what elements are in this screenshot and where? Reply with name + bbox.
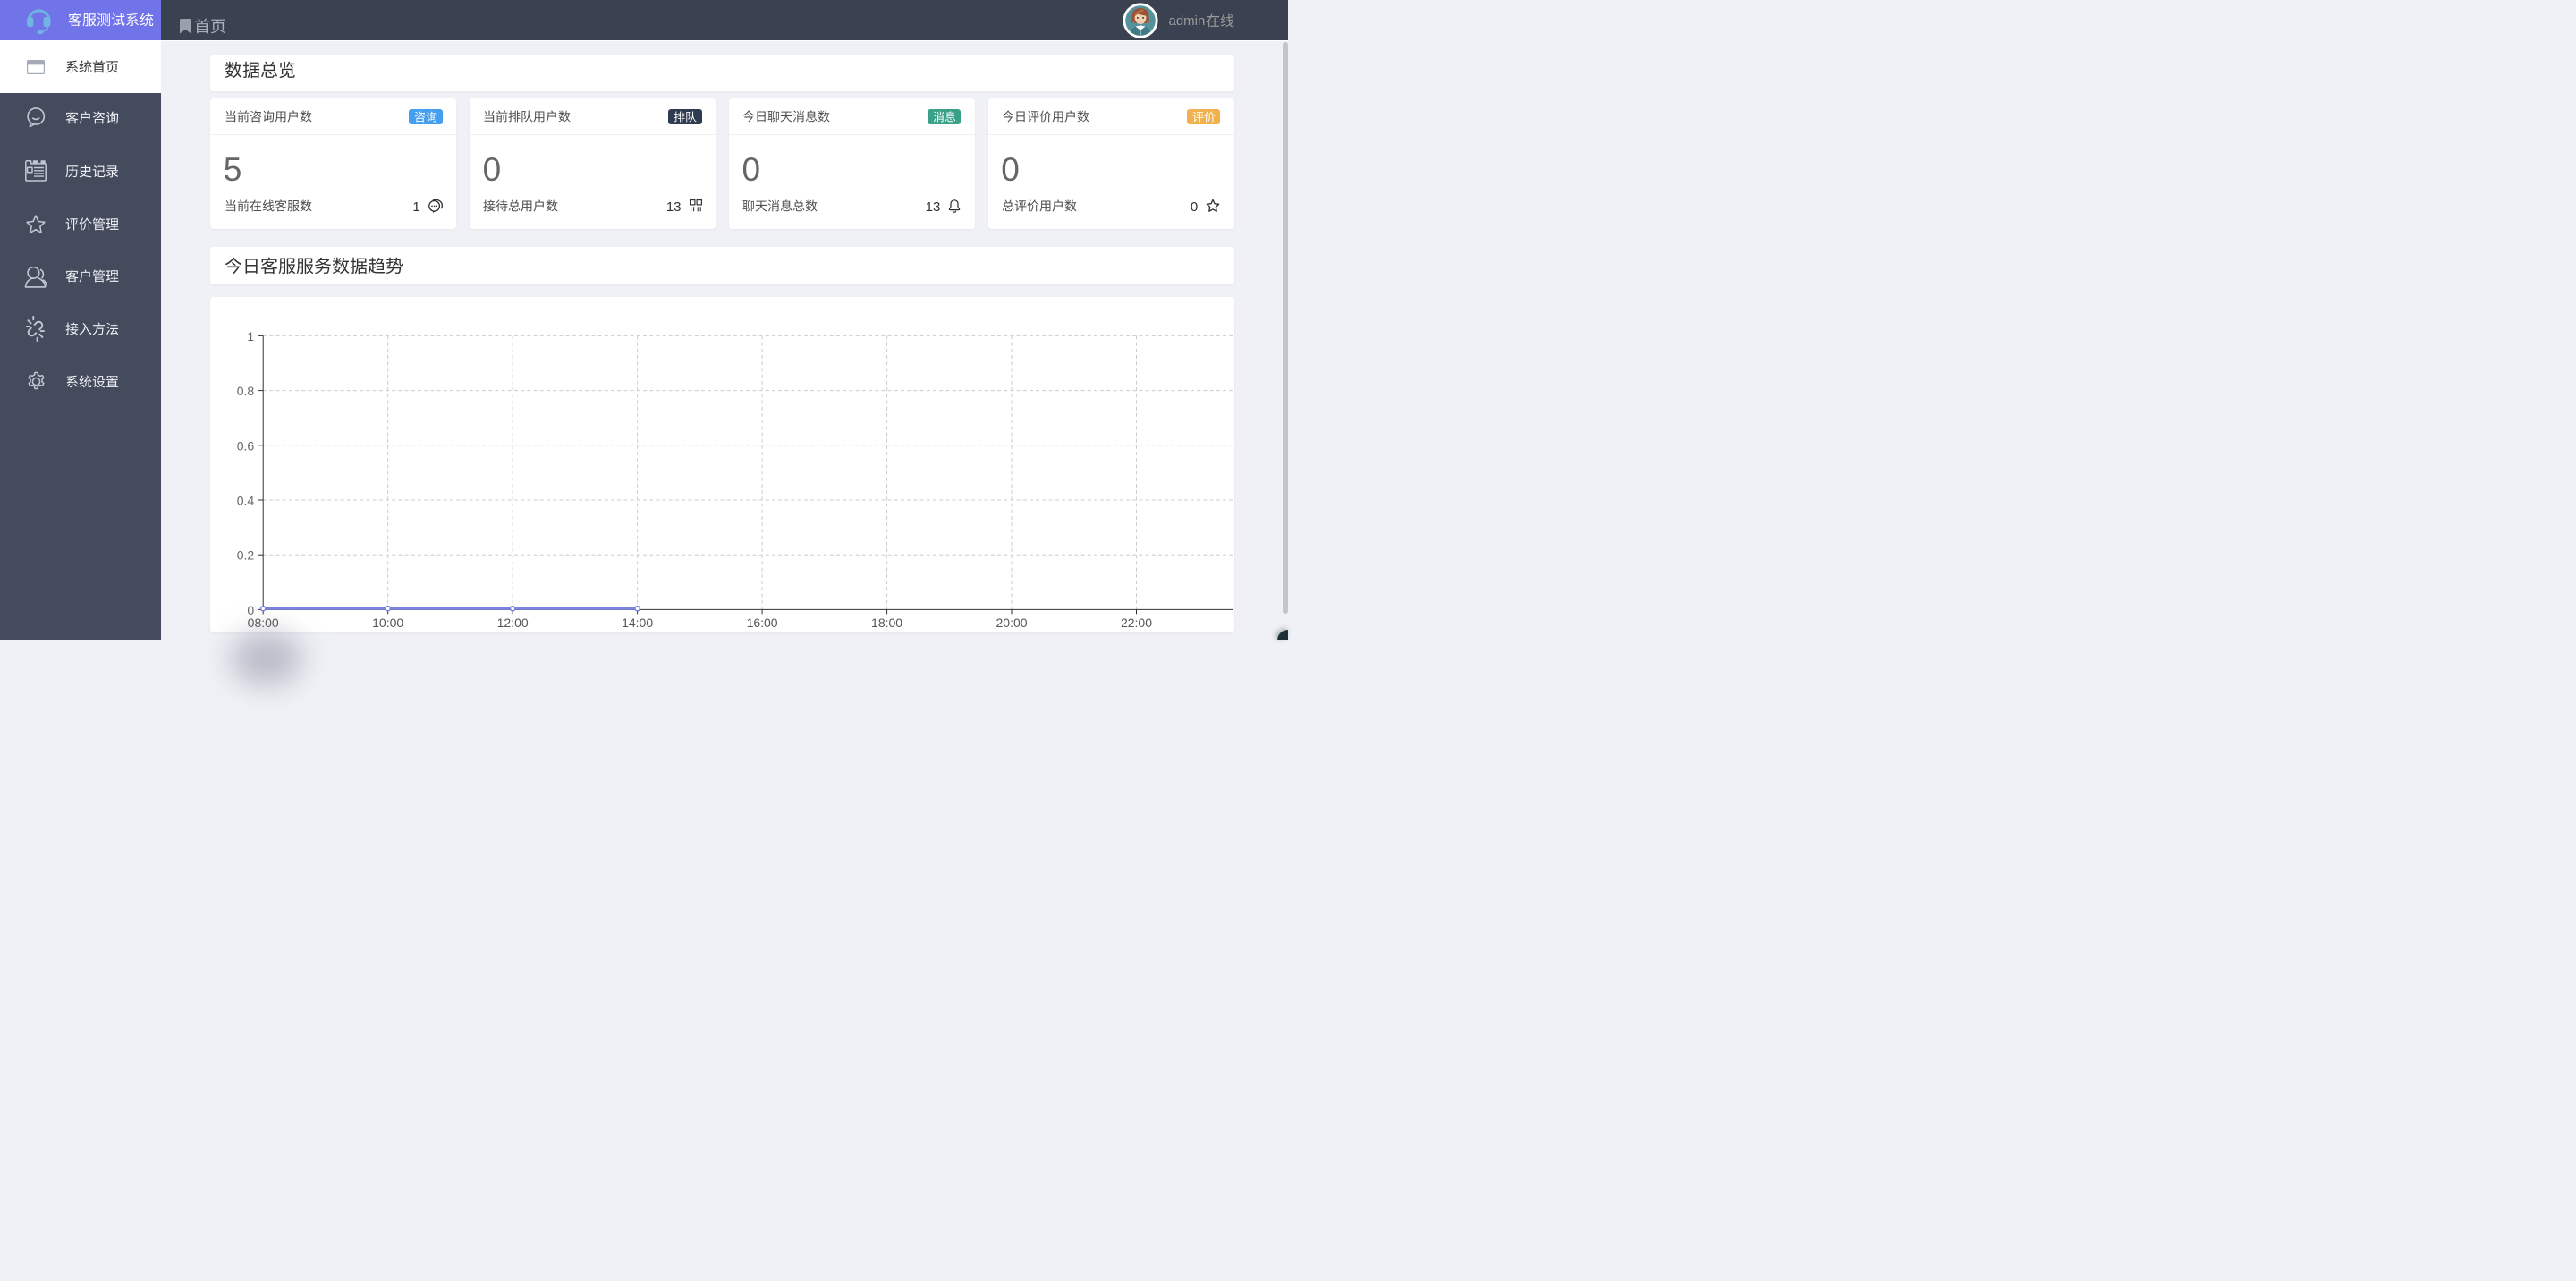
svg-text:0.6: 0.6 [237,438,255,453]
svg-text:18:00: 18:00 [871,615,902,630]
svg-text:0.8: 0.8 [237,384,255,398]
svg-text:0.2: 0.2 [237,548,255,563]
svg-text:20:00: 20:00 [996,615,1028,630]
svg-text:0.4: 0.4 [237,494,255,508]
svg-text:22:00: 22:00 [1121,615,1152,630]
svg-text:10:00: 10:00 [372,615,403,630]
svg-text:12:00: 12:00 [497,615,529,630]
svg-text:1: 1 [247,329,254,344]
svg-text:14:00: 14:00 [622,615,653,630]
svg-text:16:00: 16:00 [747,615,778,630]
svg-text:08:00: 08:00 [248,615,279,630]
